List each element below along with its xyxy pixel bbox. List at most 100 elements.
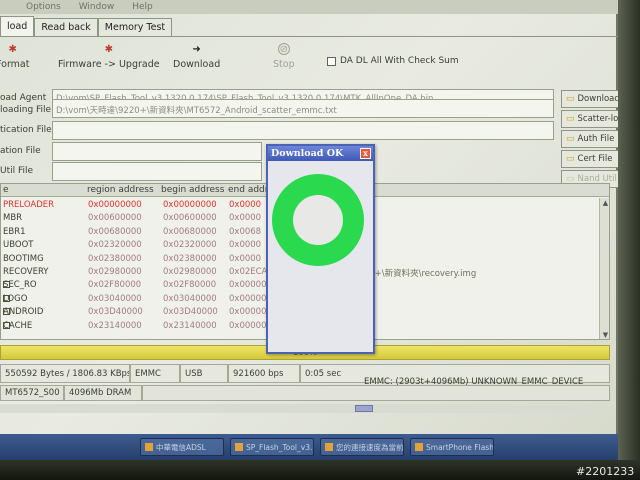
begin-address: 0x00680000: [163, 226, 217, 237]
format-button[interactable]: ✱ Format: [0, 43, 29, 71]
partition-name-text: BOOTIMG: [3, 253, 44, 264]
format-icon: ✱: [8, 43, 17, 55]
app-icon: [145, 443, 153, 451]
download-button[interactable]: ➜ Download: [173, 43, 221, 71]
row-checkbox[interactable]: [3, 281, 10, 289]
region-address: 0x02320000: [88, 240, 142, 251]
tab-memory-test[interactable]: Memory Test: [97, 18, 173, 36]
partition-name: EBR1: [3, 227, 26, 237]
scatter-loading-field[interactable]: D:\vom\天時達\9220+\新資料夾\MT6572_Android_sca…: [52, 99, 554, 118]
partition-name: LOGO: [3, 294, 27, 304]
col-name-header[interactable]: e: [3, 185, 9, 195]
download-arrow-icon: ➜: [192, 43, 201, 55]
stop-button[interactable]: ⊘ Stop: [273, 43, 295, 70]
dialog-title: Download OK: [271, 148, 344, 159]
begin-address: 0x02F80000: [163, 280, 217, 291]
monitor-bezel-bottom: [0, 460, 640, 480]
row-checkbox[interactable]: [3, 321, 10, 329]
menu-bar: Options Window Help: [0, 0, 618, 14]
folder-icon: ▭: [566, 114, 575, 124]
end-address: 0x0068: [229, 226, 262, 237]
stop-icon: ⊘: [277, 43, 290, 55]
dialog-title-bar: Download OK x: [268, 146, 373, 161]
taskbar-item[interactable]: SmartPhone Flash Tool: [410, 438, 494, 456]
partition-name: RECOVERY: [3, 267, 49, 277]
taskbar-item-label: 中華電信ADSL: [156, 442, 206, 452]
baud-rate: 921600 bps: [228, 364, 300, 383]
da-checksum-checkbox[interactable]: DA DL All With Check Sum: [327, 56, 459, 66]
region-address: 0x03D40000: [88, 307, 143, 318]
col-region-header[interactable]: region address: [87, 185, 154, 195]
firmware-upgrade-icon: ✱: [104, 43, 113, 55]
util-file-field[interactable]: [52, 162, 262, 181]
tab-read-back[interactable]: Read back: [34, 18, 98, 36]
partition-name: SEC_RO: [3, 280, 37, 290]
region-address: 0x02980000: [88, 267, 142, 277]
download-label: Download: [173, 59, 221, 70]
region-address: 0x02F80000: [88, 280, 142, 291]
menu-options[interactable]: Options: [26, 2, 61, 12]
horizontal-scrollbar[interactable]: [0, 404, 610, 413]
partition-name-text: RECOVERY: [3, 267, 49, 277]
scroll-down-icon[interactable]: ▼: [601, 331, 609, 339]
col-begin-header[interactable]: begin address: [161, 185, 224, 195]
end-address: 0x0000: [229, 200, 262, 210]
device-info-bar: MT6572_S00 4096Mb DRAM: [0, 385, 610, 401]
device-info-blank: [142, 385, 610, 401]
region-address: 0x00000000: [88, 200, 142, 210]
partition-name: BOOTIMG: [3, 254, 44, 264]
scroll-thumb[interactable]: [355, 405, 373, 412]
scroll-up-icon[interactable]: ▲: [601, 199, 609, 207]
partition-name: MBR: [3, 213, 22, 223]
dram-size: 4096Mb DRAM: [64, 385, 142, 401]
da-checksum-label: DA DL All With Check Sum: [340, 56, 459, 66]
ring-hole: [293, 195, 343, 245]
scatter-loading-label: loading File: [0, 105, 52, 115]
auth-file-label: tication File: [0, 125, 52, 135]
firmware-upgrade-button[interactable]: ✱ Firmware -> Upgrade: [58, 43, 160, 71]
taskbar: 中華電信ADSL SP_Flash_Tool_v3.13... 您的連接速度為當…: [0, 434, 618, 460]
auth-file-button-label: Auth File: [577, 134, 615, 144]
storage-type: EMMC: [130, 364, 180, 383]
folder-icon: ▭: [566, 134, 575, 144]
taskbar-item-label: SmartPhone Flash Tool: [426, 442, 494, 452]
menu-window[interactable]: Window: [79, 2, 115, 12]
region-address: 0x23140000: [88, 320, 142, 331]
download-ok-dialog: Download OK x: [266, 144, 375, 354]
end-address: 0x0000: [229, 253, 262, 264]
begin-address: 0x23140000: [163, 320, 217, 331]
begin-address: 0x03040000: [163, 293, 217, 304]
watermark: #2201233: [576, 465, 635, 478]
menu-help[interactable]: Help: [132, 2, 153, 12]
screen: Options Window Help load Read back Memor…: [0, 0, 640, 460]
tab-divider: [0, 36, 618, 37]
chip-name: MT6572_S00: [0, 385, 64, 401]
dialog-body: [268, 161, 373, 352]
cert-file-label: ation File: [0, 146, 41, 156]
auth-file-field[interactable]: [52, 121, 554, 140]
partition-name: PRELOADER: [3, 200, 54, 210]
folder-icon: ▭: [566, 94, 575, 104]
partition-name-text: UBOOT: [3, 240, 34, 251]
partition-name: CACHE: [3, 321, 32, 331]
cert-file-field[interactable]: [52, 142, 262, 161]
transfer-rate: 550592 Bytes / 1806.83 KBps: [0, 364, 130, 383]
folder-icon: ▭: [566, 154, 575, 164]
app-icon: [235, 443, 243, 451]
close-icon[interactable]: x: [360, 148, 371, 159]
auth-file-row: tication File: [0, 121, 618, 141]
checkbox-box[interactable]: [327, 56, 336, 66]
taskbar-item[interactable]: 您的連接速度為當前...: [320, 438, 404, 456]
partition-name: ANDROID: [3, 307, 43, 317]
begin-address: 0x02380000: [163, 253, 217, 264]
begin-address: 0x00600000: [163, 213, 217, 224]
tab-strip: load Read back Memory Test: [0, 16, 173, 36]
row-checkbox[interactable]: [3, 294, 10, 302]
taskbar-item[interactable]: 中華電信ADSL: [140, 438, 224, 456]
util-file-label: Util File: [0, 166, 34, 176]
begin-address: 0x02980000: [163, 267, 217, 277]
row-checkbox[interactable]: [3, 308, 10, 316]
table-scrollbar[interactable]: ▲ ▼: [599, 198, 609, 339]
tab-download[interactable]: load: [0, 16, 35, 36]
taskbar-item[interactable]: SP_Flash_Tool_v3.13...: [230, 438, 314, 456]
